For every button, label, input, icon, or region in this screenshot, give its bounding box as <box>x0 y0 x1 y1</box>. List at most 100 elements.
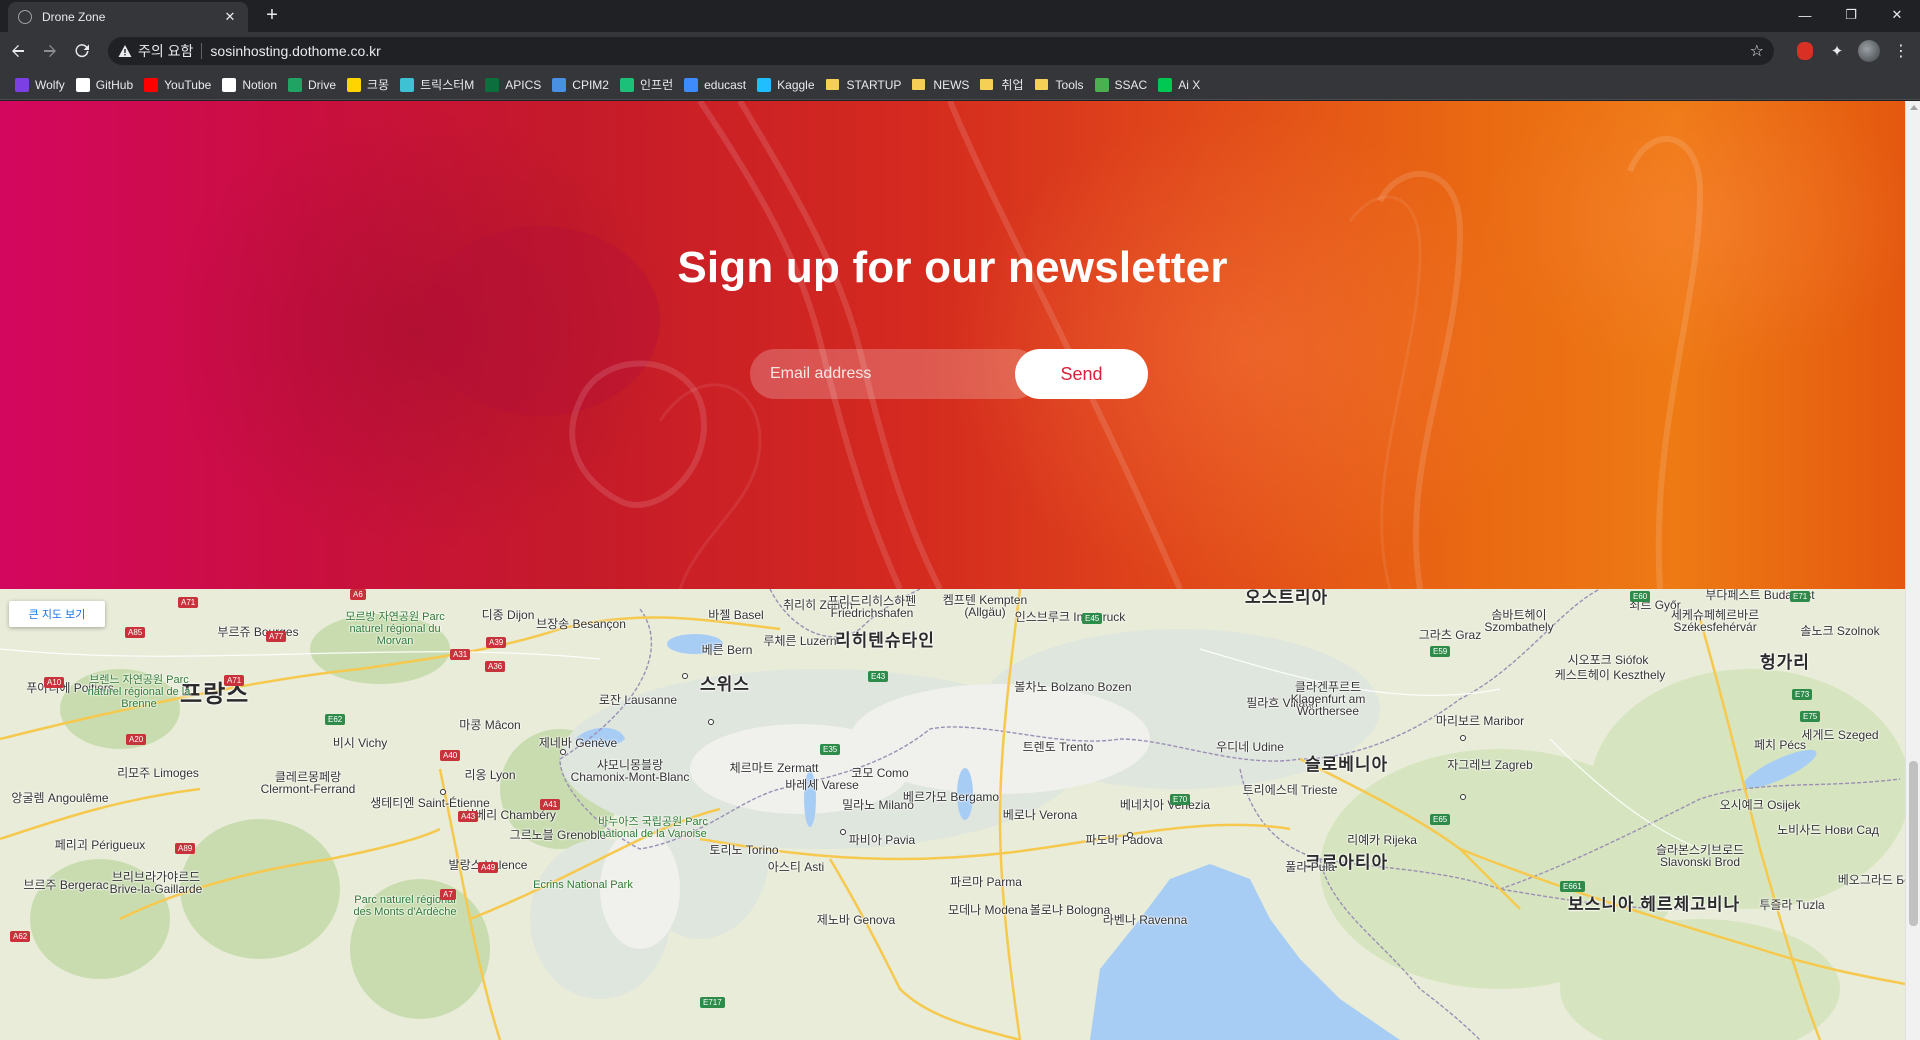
window-controls: — ❐ ✕ <box>1782 0 1920 30</box>
bookmark-notion[interactable]: Notion <box>219 73 285 97</box>
bookmark-github[interactable]: GitHub <box>73 73 141 97</box>
bookmark-label: APICS <box>505 77 542 92</box>
bookmark-startup[interactable]: STARTUP <box>823 73 910 97</box>
page-scrollbar[interactable] <box>1905 101 1920 1040</box>
map-city-label: 파르마 Parma <box>950 875 1022 889</box>
inflearn-icon <box>619 77 634 92</box>
road-shield: E35 <box>820 744 841 755</box>
map-city-label: 아스티 Asti <box>767 860 825 874</box>
email-input[interactable] <box>750 349 1040 399</box>
road-shield: A10 <box>44 677 65 688</box>
bookmark-ai-x[interactable]: Ai X <box>1155 73 1208 97</box>
map-city-label: 리예카 Rijeka <box>1347 833 1417 847</box>
road-shield: E45 <box>1082 613 1103 624</box>
bookmark-news[interactable]: NEWS <box>909 73 977 97</box>
folder-icon <box>912 79 926 90</box>
close-window-button[interactable]: ✕ <box>1874 0 1920 30</box>
road-shield: E75 <box>1800 711 1821 722</box>
view-larger-map-link[interactable]: 큰 지도 보기 <box>9 601 105 627</box>
bookmark-label: Ai X <box>1178 77 1201 92</box>
bookmark-label: CPIM2 <box>572 77 609 92</box>
browser-toolbar: 주의 요함 sosinhosting.dothome.co.kr ☆ ✦ ⋮ <box>0 32 1920 70</box>
close-tab-icon[interactable]: ✕ <box>222 9 238 25</box>
road-shield: E43 <box>868 671 889 682</box>
bookmark-educast[interactable]: educast <box>681 73 754 97</box>
extension-red-icon[interactable] <box>1794 40 1816 62</box>
wolfy-icon <box>15 77 29 92</box>
new-tab-button[interactable]: + <box>260 4 284 28</box>
map-country-label: 오스트리아 <box>1245 589 1329 607</box>
map-city-label: 솜바트헤이 Szombathely <box>1484 608 1554 634</box>
road-shield: E70 <box>1170 794 1191 805</box>
bookmark-cpim2[interactable]: CPIM2 <box>549 73 617 97</box>
restore-button[interactable]: ❐ <box>1828 0 1874 30</box>
forward-button[interactable] <box>36 37 64 65</box>
globe-icon <box>18 10 32 24</box>
road-shield: A39 <box>486 637 507 648</box>
bookmark-인프런[interactable]: 인프런 <box>617 73 681 97</box>
aix-icon <box>1158 77 1173 92</box>
reload-button[interactable] <box>68 37 96 65</box>
scrollbar-thumb[interactable] <box>1909 761 1918 926</box>
map-country-label: 헝가리 <box>1760 653 1810 672</box>
map-city-label: 노비사드 Нови Сад <box>1777 823 1879 837</box>
bookmark-label: Notion <box>242 77 277 92</box>
extensions-puzzle-icon[interactable]: ✦ <box>1826 40 1848 62</box>
bookmark-label: 트릭스터M <box>420 78 475 92</box>
drive-icon <box>288 77 302 92</box>
map-city-label: 솔노크 Szolnok <box>1800 624 1880 638</box>
road-shield: A41 <box>540 799 561 810</box>
bookmark-kaggle[interactable]: Kaggle <box>754 73 822 97</box>
profile-avatar[interactable] <box>1858 40 1880 62</box>
bookmark-wolfy[interactable]: Wolfy <box>12 73 73 97</box>
bookmark-취업[interactable]: 취업 <box>977 73 1031 97</box>
map-city-label: 앙굴렘 Angoulême <box>11 791 109 805</box>
road-shield: E661 <box>1560 881 1585 892</box>
bookmark-youtube[interactable]: YouTube <box>141 73 219 97</box>
url-text[interactable]: sosinhosting.dothome.co.kr <box>210 43 380 59</box>
bookmark-apics[interactable]: APICS <box>482 73 549 97</box>
map-city-label: 마콩 Mâcon <box>459 718 521 732</box>
map-city-label: 베네치아 Venezia <box>1119 798 1211 812</box>
security-label[interactable]: 주의 요함 <box>138 41 193 61</box>
map-city-label: 인스브루크 Innsbruck <box>1014 610 1126 624</box>
map-city-label: 풀라 Pula <box>1285 860 1335 874</box>
map-city-label: 클레르몽페랑 Clermont-Ferrand <box>260 770 356 796</box>
warning-icon[interactable] <box>118 44 132 58</box>
newsletter-section: Sign up for our newsletter Send <box>0 101 1905 589</box>
map-city-label: 페리괴 Périgueux <box>54 838 146 852</box>
bookmark-label: educast <box>704 77 747 92</box>
back-button[interactable] <box>4 37 32 65</box>
capital-marker <box>1460 794 1466 800</box>
bookmark-크몽[interactable]: 크몽 <box>344 73 397 97</box>
road-shield: A20 <box>126 734 147 745</box>
map-city-label: 오시예크 Osijek <box>1719 798 1801 812</box>
scroll-up-icon[interactable] <box>1910 105 1918 110</box>
bookmarks-bar: Wolfy GitHub YouTube Notion Drive 크몽 트릭스터M APIC… <box>0 70 1920 100</box>
map-city-label: 브장송 Besançon <box>536 617 626 631</box>
road-shield: A89 <box>175 843 196 854</box>
bookmark-트릭스터m[interactable]: 트릭스터M <box>397 73 482 97</box>
bookmark-star-icon[interactable]: ☆ <box>1750 41 1764 61</box>
capital-marker <box>708 719 714 725</box>
embedded-google-map[interactable]: 큰 지도 보기 프랑스 스위스 오스트리아 헝가리 슬로베니아 크로아티아 보스니아 헤르체… <box>0 589 1905 1040</box>
bookmark-label: STARTUP <box>846 77 902 92</box>
map-city-label: 세게드 Szeged <box>1801 728 1879 742</box>
road-shield: A49 <box>478 862 499 873</box>
send-button[interactable]: Send <box>1015 349 1148 399</box>
map-city-label: 파도바 Padova <box>1085 833 1163 847</box>
capital-marker <box>682 673 688 679</box>
bookmark-ssac[interactable]: SSAC <box>1092 73 1156 97</box>
bookmark-drive[interactable]: Drive <box>285 73 344 97</box>
road-shield: A36 <box>485 661 506 672</box>
map-city-label: 제네바 Genève <box>538 736 618 750</box>
tab-drone-zone[interactable]: Drone Zone ✕ <box>8 2 248 32</box>
github-icon <box>75 77 90 92</box>
minimize-button[interactable]: — <box>1782 0 1828 30</box>
bookmark-tools[interactable]: Tools <box>1032 73 1092 97</box>
menu-kebab-icon[interactable]: ⋮ <box>1890 40 1912 62</box>
map-city-label: 샤모니몽블랑 Chamonix-Mont-Blanc <box>570 758 690 784</box>
capital-marker <box>440 789 446 795</box>
address-bar[interactable]: 주의 요함 sosinhosting.dothome.co.kr ☆ <box>108 37 1774 65</box>
folder-icon <box>980 79 994 90</box>
